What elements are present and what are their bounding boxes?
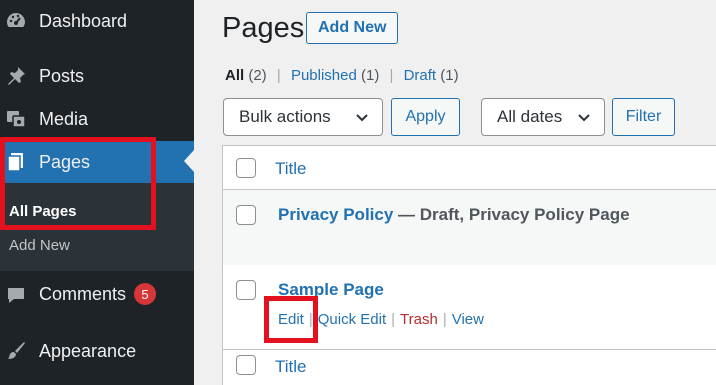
- table-footer-row: Title: [223, 350, 716, 385]
- row-actions: Edit | Quick Edit | Trash | View: [278, 311, 484, 328]
- row-title-link[interactable]: Privacy Policy: [278, 205, 393, 224]
- page-title: Pages: [222, 12, 305, 44]
- row-checkbox[interactable]: [236, 205, 256, 225]
- table-header-row: Title: [223, 146, 716, 190]
- sidebar-item-appearance[interactable]: Appearance: [0, 333, 194, 369]
- apply-button[interactable]: Apply: [391, 98, 460, 136]
- select-all-checkbox-footer[interactable]: [236, 355, 256, 375]
- dates-value: All dates: [497, 107, 563, 126]
- sidebar-item-comments[interactable]: Comments 5: [0, 277, 194, 313]
- sidebar-item-label: Comments 5: [39, 283, 157, 307]
- filter-all[interactable]: All: [225, 67, 244, 84]
- filter-button[interactable]: Filter: [612, 98, 675, 136]
- dashboard-icon: [5, 10, 27, 32]
- row-title: Privacy Policy — Draft, Privacy Policy P…: [278, 205, 630, 225]
- sidebar-item-posts[interactable]: Posts: [0, 58, 194, 94]
- sidebar-item-label: Dashboard: [39, 10, 128, 31]
- sidebar-item-label: Media: [39, 108, 89, 129]
- table-row: Privacy Policy — Draft, Privacy Policy P…: [223, 190, 716, 265]
- filter-draft-count: (1): [440, 67, 459, 84]
- status-filters: All (2) | Published (1) | Draft (1): [225, 67, 459, 84]
- post-state: — Draft, Privacy Policy Page: [393, 205, 630, 224]
- dates-select[interactable]: All dates: [481, 98, 605, 136]
- column-header-title[interactable]: Title: [275, 159, 307, 179]
- pushpin-icon: [5, 65, 27, 87]
- submenu-all-pages[interactable]: All Pages: [9, 203, 77, 220]
- pages-icon: [5, 151, 27, 173]
- media-icon: [5, 108, 27, 130]
- row-action-view[interactable]: View: [452, 311, 484, 328]
- chevron-down-icon: [578, 114, 590, 122]
- active-menu-arrow: [184, 150, 194, 172]
- chevron-down-icon: [356, 114, 368, 122]
- pages-table: Title Privacy Policy — Draft, Privacy Po…: [222, 145, 716, 385]
- row-action-edit[interactable]: Edit: [278, 311, 304, 328]
- pages-submenu: All Pages Add New: [0, 183, 194, 271]
- row-checkbox[interactable]: [236, 280, 256, 300]
- comment-count-badge: 5: [134, 283, 157, 306]
- row-action-trash[interactable]: Trash: [400, 311, 438, 328]
- sidebar-item-label: Appearance: [39, 340, 137, 361]
- add-new-page-button[interactable]: Add New: [306, 12, 399, 44]
- action-separator: |: [308, 311, 313, 328]
- filter-separator: |: [389, 67, 394, 84]
- sidebar-item-pages[interactable]: Pages: [0, 141, 194, 183]
- filter-published-count: (1): [361, 67, 380, 84]
- bulk-actions-select[interactable]: Bulk actions: [223, 98, 383, 136]
- row-title-link[interactable]: Sample Page: [278, 280, 384, 300]
- filter-published[interactable]: Published: [291, 67, 357, 84]
- action-separator: |: [391, 311, 396, 328]
- table-row: Sample Page Edit | Quick Edit | Trash | View: [223, 265, 716, 350]
- filter-draft[interactable]: Draft: [404, 67, 437, 84]
- filter-separator: |: [276, 67, 281, 84]
- column-footer-title[interactable]: Title: [275, 357, 307, 377]
- admin-sidebar: Dashboard Posts Media Pages All Pages Ad…: [0, 0, 194, 385]
- filter-all-count: (2): [248, 67, 267, 84]
- submenu-add-new[interactable]: Add New: [9, 237, 70, 254]
- row-action-quick-edit[interactable]: Quick Edit: [318, 311, 386, 328]
- select-all-checkbox[interactable]: [236, 158, 256, 178]
- sidebar-item-media[interactable]: Media: [0, 101, 194, 137]
- sidebar-item-label: Pages: [39, 151, 91, 172]
- action-separator: |: [442, 311, 447, 328]
- sidebar-item-label: Posts: [39, 65, 85, 86]
- comment-icon: [5, 284, 27, 306]
- paintbrush-icon: [5, 340, 27, 362]
- sidebar-item-dashboard[interactable]: Dashboard: [0, 3, 194, 39]
- bulk-actions-value: Bulk actions: [239, 107, 331, 126]
